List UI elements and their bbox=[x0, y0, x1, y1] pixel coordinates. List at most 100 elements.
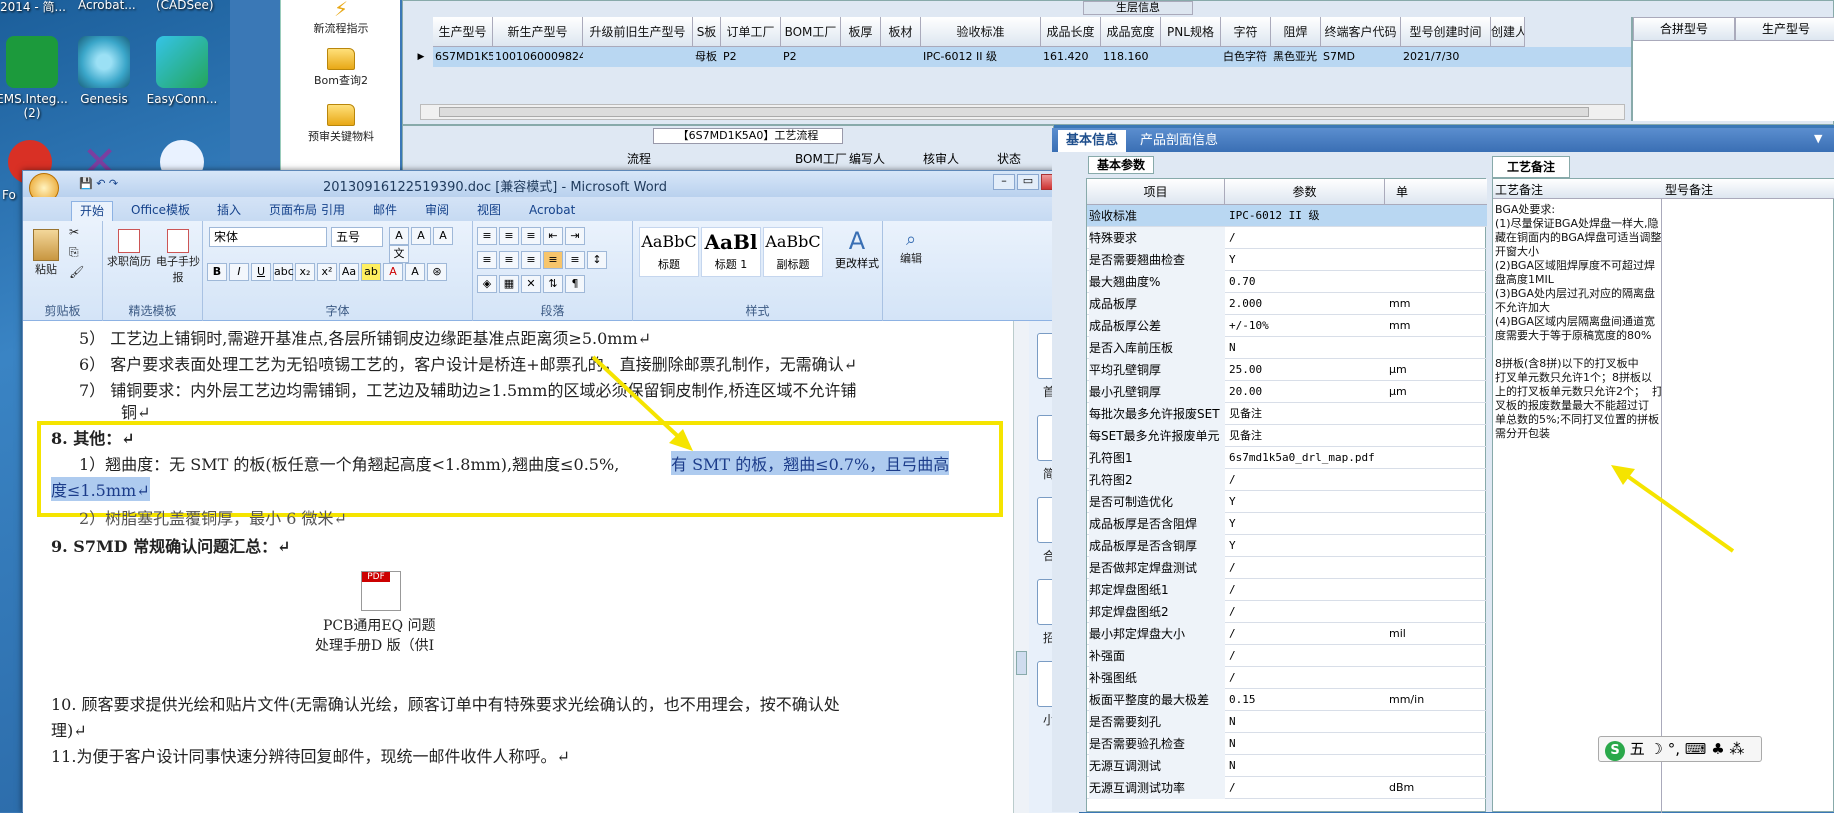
grid-cell[interactable] bbox=[1161, 47, 1221, 67]
grid-cell[interactable]: IPC-6012 II 级 bbox=[921, 47, 1041, 67]
param-row[interactable]: 验收标准 IPC-6012 II 级 bbox=[1087, 205, 1487, 227]
minimize-button[interactable]: – bbox=[993, 174, 1015, 190]
grid-col-header[interactable]: BOM工厂 bbox=[781, 17, 841, 47]
style-item[interactable]: AaBl 标题 1 bbox=[701, 227, 761, 277]
grid-col-header[interactable]: 生产型号 bbox=[433, 17, 493, 47]
grid-col-header[interactable]: 验收标准 bbox=[921, 17, 1041, 47]
process-col-header[interactable]: BOM工厂 bbox=[795, 150, 847, 167]
grid-cell[interactable]: 黑色亚光 bbox=[1271, 47, 1321, 67]
grid-cell[interactable]: P2 bbox=[721, 47, 781, 67]
param-row[interactable]: 成品板厚 2.000 mm bbox=[1087, 293, 1487, 315]
grid-col-header[interactable]: S板 bbox=[693, 17, 721, 47]
process-col-header[interactable]: 流程 bbox=[627, 150, 651, 167]
ribbon-tab[interactable]: Office模板 bbox=[123, 201, 198, 221]
param-row[interactable]: 是否需要验孔检查 N bbox=[1087, 733, 1487, 755]
grid-cell[interactable] bbox=[881, 47, 921, 67]
font-size-buttons[interactable]: A A A文 bbox=[389, 227, 472, 263]
param-row[interactable]: 无源互调测试功率 / dBm bbox=[1087, 777, 1487, 799]
cut-icon[interactable]: ✂ bbox=[69, 225, 79, 239]
document-area[interactable]: 5） 工艺边上铺铜时,需避开基准点,各层所铺铜皮边缘距基准点距离须≥5.0mm↵… bbox=[23, 321, 1013, 813]
param-row[interactable]: 补强图纸 / bbox=[1087, 667, 1487, 689]
grid-cell[interactable] bbox=[841, 47, 881, 67]
process-notes-text[interactable]: BGA处要求: (1)尽量保证BGA处焊盘一样大,隐 藏在铜面内的BGA焊盘可适… bbox=[1495, 203, 1661, 441]
param-row[interactable]: 成品板厚是否含阻焊 Y bbox=[1087, 513, 1487, 535]
copy-icon[interactable]: ⎘ bbox=[69, 245, 79, 260]
process-col-header[interactable]: 状态 bbox=[997, 150, 1021, 167]
scroll-thumb[interactable] bbox=[1016, 651, 1027, 675]
grid-horizontal-scrollbar[interactable] bbox=[420, 104, 1625, 120]
grid-cell[interactable]: P2 bbox=[781, 47, 841, 67]
bom-query-link[interactable]: Bom查询2 bbox=[291, 48, 391, 88]
process-col-header[interactable]: 核审人 bbox=[923, 150, 959, 167]
param-row[interactable]: 特殊要求 / bbox=[1087, 227, 1487, 249]
grid-cell[interactable] bbox=[1491, 47, 1525, 67]
process-col-header[interactable]: 编写人 bbox=[849, 150, 885, 167]
param-row[interactable]: 成品板厚公差 +/-10% mm bbox=[1087, 315, 1487, 337]
desktop-icon-easyconn[interactable]: EasyConn... bbox=[138, 36, 226, 106]
document-scrollbar[interactable] bbox=[1013, 321, 1029, 813]
desktop-icon-genesis[interactable]: Genesis bbox=[60, 36, 148, 106]
param-row[interactable]: 无源互调测试 N bbox=[1087, 755, 1487, 777]
grid-col-header[interactable]: 板厚 bbox=[841, 17, 881, 47]
param-row[interactable]: 孔符图2 / bbox=[1087, 469, 1487, 491]
grid-cell[interactable]: 母板 bbox=[693, 47, 721, 67]
align-buttons[interactable]: ≡ ≡ ≡ ≡ ≡ ↕ bbox=[477, 251, 609, 269]
grid-col-header[interactable]: 板材 bbox=[881, 17, 921, 47]
ribbon-tab[interactable]: 开始 bbox=[71, 201, 114, 221]
ribbon-tab[interactable]: 插入 bbox=[209, 201, 249, 221]
font-format-buttons[interactable]: B I Uabc x₂ x² Aa ab A A ⊛ bbox=[207, 263, 449, 281]
grid-col-header[interactable]: 成品长度 bbox=[1041, 17, 1101, 47]
grid-cell[interactable]: 10010600098249 bbox=[493, 47, 583, 67]
param-row[interactable]: 邦定焊盘图纸2 / bbox=[1087, 601, 1487, 623]
font-name-select[interactable]: 宋体 bbox=[209, 227, 327, 247]
merge-col-header[interactable]: 合拼型号 bbox=[1633, 17, 1735, 41]
grid-cell[interactable] bbox=[583, 47, 693, 67]
merge-col-header[interactable]: 生产型号 bbox=[1735, 17, 1834, 41]
param-row[interactable]: 板面平整度的最大极差 0.15 mm/in bbox=[1087, 689, 1487, 711]
param-row[interactable]: 补强面 / bbox=[1087, 645, 1487, 667]
ribbon-tab[interactable]: 引用 bbox=[313, 201, 353, 221]
param-row[interactable]: 每批次最多允许报废SET 见备注 bbox=[1087, 403, 1487, 425]
param-row[interactable]: 每SET最多允许报废单元 见备注 bbox=[1087, 425, 1487, 447]
grid-cell[interactable]: 白色字符 bbox=[1221, 47, 1271, 67]
style-item[interactable]: AaBbC 标题 bbox=[639, 227, 699, 277]
grid-col-header[interactable]: 阻焊 bbox=[1271, 17, 1321, 47]
chevron-down-icon[interactable]: ▼ bbox=[1814, 132, 1822, 145]
param-row[interactable]: 最小邦定焊盘大小 / mil bbox=[1087, 623, 1487, 645]
notes-tab[interactable]: 工艺备注 bbox=[1492, 156, 1571, 178]
ribbon-tab[interactable]: 邮件 bbox=[365, 201, 405, 221]
font-size-select[interactable]: 五号 bbox=[331, 227, 383, 247]
grid-col-header[interactable]: 终端客户代码 bbox=[1321, 17, 1401, 47]
edit-button[interactable]: ⌕ 编辑 bbox=[889, 229, 933, 266]
ribbon-tab[interactable]: 审阅 bbox=[417, 201, 457, 221]
param-row[interactable]: 成品板厚是否含铜厚 Y bbox=[1087, 535, 1487, 557]
grid-col-header[interactable]: PNL规格 bbox=[1161, 17, 1221, 47]
new-flow-link[interactable]: ⚡ 新流程指示 bbox=[291, 0, 391, 36]
handout-template-button[interactable]: 电子手抄报 bbox=[153, 229, 203, 285]
paste-button[interactable]: 粘贴 bbox=[29, 229, 63, 277]
param-row[interactable]: 是否需要刻孔 N bbox=[1087, 711, 1487, 733]
tab-profile-info[interactable]: 产品剖面信息 bbox=[1132, 130, 1226, 152]
resume-template-button[interactable]: 求职简历 bbox=[105, 229, 153, 269]
param-row[interactable]: 是否做邦定焊盘测试 / bbox=[1087, 557, 1487, 579]
ime-toolbar[interactable]: S 五 ☽ °, ⌨ ♣ ⁂ bbox=[1598, 736, 1762, 762]
grid-col-header[interactable]: 新生产型号 bbox=[493, 17, 583, 47]
grid-col-header[interactable]: 成品宽度 bbox=[1101, 17, 1161, 47]
param-row[interactable]: 是否入库前压板 N bbox=[1087, 337, 1487, 359]
quick-access-icons[interactable]: 💾 ↶ ↷ bbox=[79, 177, 118, 190]
grid-cell[interactable]: 161.420 bbox=[1041, 47, 1101, 67]
ribbon-tab[interactable]: 视图 bbox=[469, 201, 509, 221]
param-row[interactable]: 最小孔壁铜厚 20.00 μm bbox=[1087, 381, 1487, 403]
ribbon-tab[interactable]: Acrobat bbox=[521, 201, 583, 221]
maximize-button[interactable]: ▭ bbox=[1017, 174, 1039, 190]
param-row[interactable]: 平均孔壁铜厚 25.00 μm bbox=[1087, 359, 1487, 381]
word-titlebar[interactable]: 💾 ↶ ↷ 20130916122519390.doc [兼容模式] - Mic… bbox=[23, 171, 1079, 203]
grid-cell[interactable]: 2021/7/30 bbox=[1401, 47, 1491, 67]
grid-col-header[interactable]: 升级前旧生产型号 bbox=[583, 17, 693, 47]
tab-basic-info[interactable]: 基本信息 bbox=[1058, 130, 1127, 152]
param-row[interactable]: 孔符图1 6s7md1k5a0_drl_map.pdf bbox=[1087, 447, 1487, 469]
pre-review-link[interactable]: 预审关键物料 bbox=[291, 104, 391, 144]
pdf-attachment-icon[interactable]: PDF bbox=[361, 571, 401, 611]
param-row[interactable]: 是否需要翘曲检查 Y bbox=[1087, 249, 1487, 271]
grid-col-header[interactable]: 字符 bbox=[1221, 17, 1271, 47]
